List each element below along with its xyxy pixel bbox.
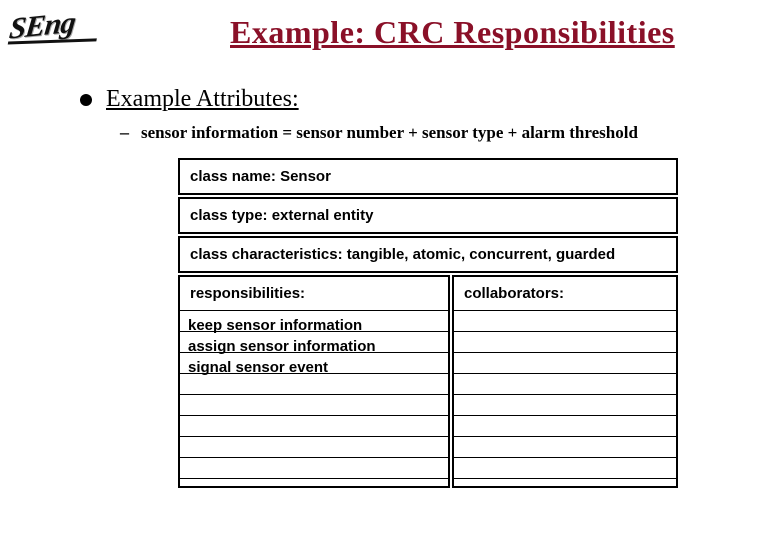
bullet-row: Example Attributes: [80,86,299,113]
logo: SEng [7,3,100,47]
class-type-label: class type: [190,207,268,224]
class-name-label: class name: [190,168,276,185]
responsibilities-lines: keep sensor information assign sensor in… [180,311,448,486]
sub-bullet-row: – sensor information = sensor number + s… [120,122,638,143]
card-class-characteristics-row: class characteristics: tangible, atomic,… [178,236,678,273]
dash-icon: – [120,122,129,143]
bullet-text: Example Attributes: [106,86,299,113]
responsibilities-header: responsibilities: [180,277,448,311]
responsibility-item: assign sensor information [188,336,376,357]
card-body: responsibilities: keep sensor informatio… [178,275,678,488]
collaborators-column: collaborators: [452,275,678,488]
page-title: Example: CRC Responsibilities [230,14,675,51]
card-class-name-row: class name: Sensor [178,158,678,195]
collaborators-lines [454,311,676,486]
responsibilities-list: keep sensor information assign sensor in… [188,315,376,378]
class-char-label: class characteristics: [190,246,343,263]
class-char-value: tangible, atomic, concurrent, guarded [347,246,615,263]
crc-card: class name: Sensor class type: external … [178,158,678,490]
responsibilities-column: responsibilities: keep sensor informatio… [178,275,450,488]
bullet-icon [80,94,92,106]
responsibility-item: signal sensor event [188,357,376,378]
class-type-value: external entity [272,207,374,224]
class-name-value: Sensor [280,168,331,185]
responsibility-item: keep sensor information [188,315,376,336]
sub-bullet-text: sensor information = sensor number + sen… [141,123,638,143]
collaborators-header: collaborators: [454,277,676,311]
card-class-type-row: class type: external entity [178,197,678,234]
